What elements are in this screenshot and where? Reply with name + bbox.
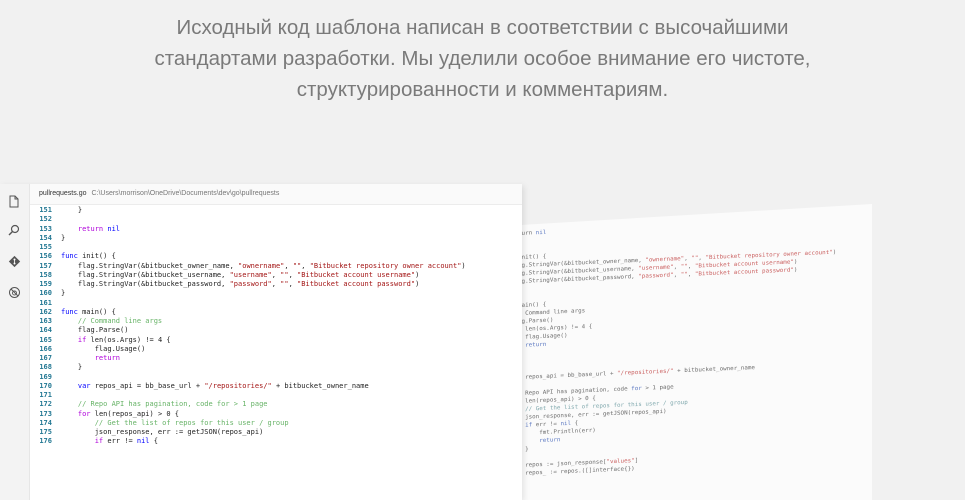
line-number: 170 [39, 381, 52, 390]
line-text [61, 243, 522, 252]
code-line: 165 if len(os.Args) != 4 { [30, 336, 522, 345]
line-text: for len(repos_api) > 0 { [77, 409, 180, 418]
line-text: flag.StringVar(&bitbucket_username, "use… [61, 270, 420, 279]
code-line: 156 func init() { [30, 252, 522, 261]
search-icon [7, 223, 21, 237]
line-text: flag.StringVar(&bitbucket_owner_name, "o… [61, 261, 466, 270]
line-text [61, 391, 522, 400]
code-line: 163 // Command line args [30, 317, 522, 326]
line-number: 156 [39, 252, 52, 261]
code-line: 172 // Repo API has pagination, code for… [30, 400, 522, 409]
line-number: 162 [39, 307, 52, 316]
code-line: 162 func main() { [30, 308, 522, 317]
code-line: 170 var repos_api = bb_base_url + "/repo… [30, 382, 522, 391]
line-number: 154 [39, 233, 52, 242]
background-editor-screenshot: turn nil init() {ag.StringVar(&bitbucket… [470, 204, 872, 500]
line-number: 171 [39, 391, 52, 399]
line-number: 165 [39, 335, 52, 344]
file-path: C:\Users\morrison\OneDrive\Documents\dev… [91, 190, 280, 197]
line-number: 169 [39, 372, 52, 381]
editor-title-bar: pullrequests.go C:\Users\morrison\OneDri… [30, 184, 522, 205]
line-text: var repos_api = bb_base_url + "/reposito… [77, 381, 369, 390]
line-number: 166 [39, 344, 52, 353]
line-text: return nil [77, 224, 121, 233]
line-number: 161 [39, 298, 52, 307]
line-number: 155 [39, 243, 52, 251]
code-line: 166 flag.Usage() [30, 345, 522, 354]
line-text: func main() { [61, 307, 116, 316]
background-code: turn nil init() {ag.StringVar(&bitbucket… [518, 212, 872, 478]
line-number: 175 [39, 428, 52, 436]
code-line: 161 [30, 299, 522, 308]
line-text: if len(os.Args) != 4 { [77, 335, 171, 344]
line-text: // Get the list of repos for this user /… [94, 418, 289, 427]
code-line: 159 flag.StringVar(&bitbucket_password, … [30, 280, 522, 289]
files-icon [7, 194, 21, 208]
line-number: 159 [39, 280, 52, 288]
line-number: 163 [39, 317, 52, 325]
intro-text: Исходный код шаблона написан в соответст… [100, 12, 865, 105]
code-line: 169 [30, 373, 522, 382]
code-line: 152 [30, 215, 522, 224]
line-number: 164 [39, 326, 52, 335]
debug-icon [7, 285, 21, 299]
line-text: flag.Usage() [61, 344, 146, 353]
intro-line-1: Исходный код шаблона написан в соответст… [176, 16, 789, 39]
code-line: 175 json_response, err := getJSON(repos_… [30, 428, 522, 437]
line-number: 167 [39, 354, 52, 362]
line-text: } [61, 206, 83, 214]
line-text [61, 215, 522, 224]
code-line: 168 } [30, 363, 522, 372]
git-icon [7, 254, 21, 268]
line-number: 151 [39, 206, 52, 214]
line-text: func init() { [61, 252, 116, 261]
code-line: 176 if err != nil { [30, 437, 522, 446]
line-number: 152 [39, 215, 52, 224]
code-line: 171 [30, 391, 522, 400]
code-line: 151 } [30, 206, 522, 215]
line-number: 158 [39, 270, 52, 279]
code-editor-screenshot: pullrequests.go C:\Users\morrison\OneDri… [0, 184, 522, 500]
code-line: 160} [30, 289, 522, 298]
line-number: 176 [39, 437, 52, 446]
line-number: 173 [39, 409, 52, 418]
line-number: 157 [39, 261, 52, 270]
line-text [61, 299, 522, 308]
line-text: return [94, 354, 121, 362]
line-number: 172 [39, 400, 52, 409]
code-line: 153 return nil [30, 225, 522, 234]
line-number: 153 [39, 224, 52, 233]
line-text: } [61, 233, 66, 242]
line-text: // Repo API has pagination, code for > 1… [77, 400, 268, 409]
file-name: pullrequests.go [39, 190, 87, 197]
code-line: 164 flag.Parse() [30, 326, 522, 335]
line-text: if err != nil { [94, 437, 158, 446]
line-text: } [61, 363, 83, 372]
line-number: 160 [39, 289, 52, 298]
line-text: } [61, 289, 66, 298]
line-number: 174 [39, 418, 52, 427]
code-line: 158 flag.StringVar(&bitbucket_username, … [30, 271, 522, 280]
line-number: 168 [39, 363, 52, 372]
intro-line-2: стандартами разработки. Мы уделили особо… [154, 47, 811, 70]
code-line: 173 for len(repos_api) > 0 { [30, 410, 522, 419]
code-line: 155 [30, 243, 522, 252]
line-text [61, 373, 522, 382]
line-text: json_response, err := getJSON(repos_api) [61, 428, 264, 436]
line-text: flag.StringVar(&bitbucket_password, "pas… [61, 280, 420, 288]
line-text: flag.Parse() [61, 326, 129, 335]
line-text: // Command line args [77, 317, 163, 325]
code-line: 154} [30, 234, 522, 243]
code-line: 157 flag.StringVar(&bitbucket_owner_name… [30, 262, 522, 271]
intro-line-3: структурированности и комментариям. [296, 78, 669, 101]
code-line: 174 // Get the list of repos for this us… [30, 419, 522, 428]
code-area: 151 } 152 153 return nil 154} 155 156 func ini… [30, 206, 522, 500]
code-line: 167 return [30, 354, 522, 363]
activity-bar [0, 184, 30, 500]
